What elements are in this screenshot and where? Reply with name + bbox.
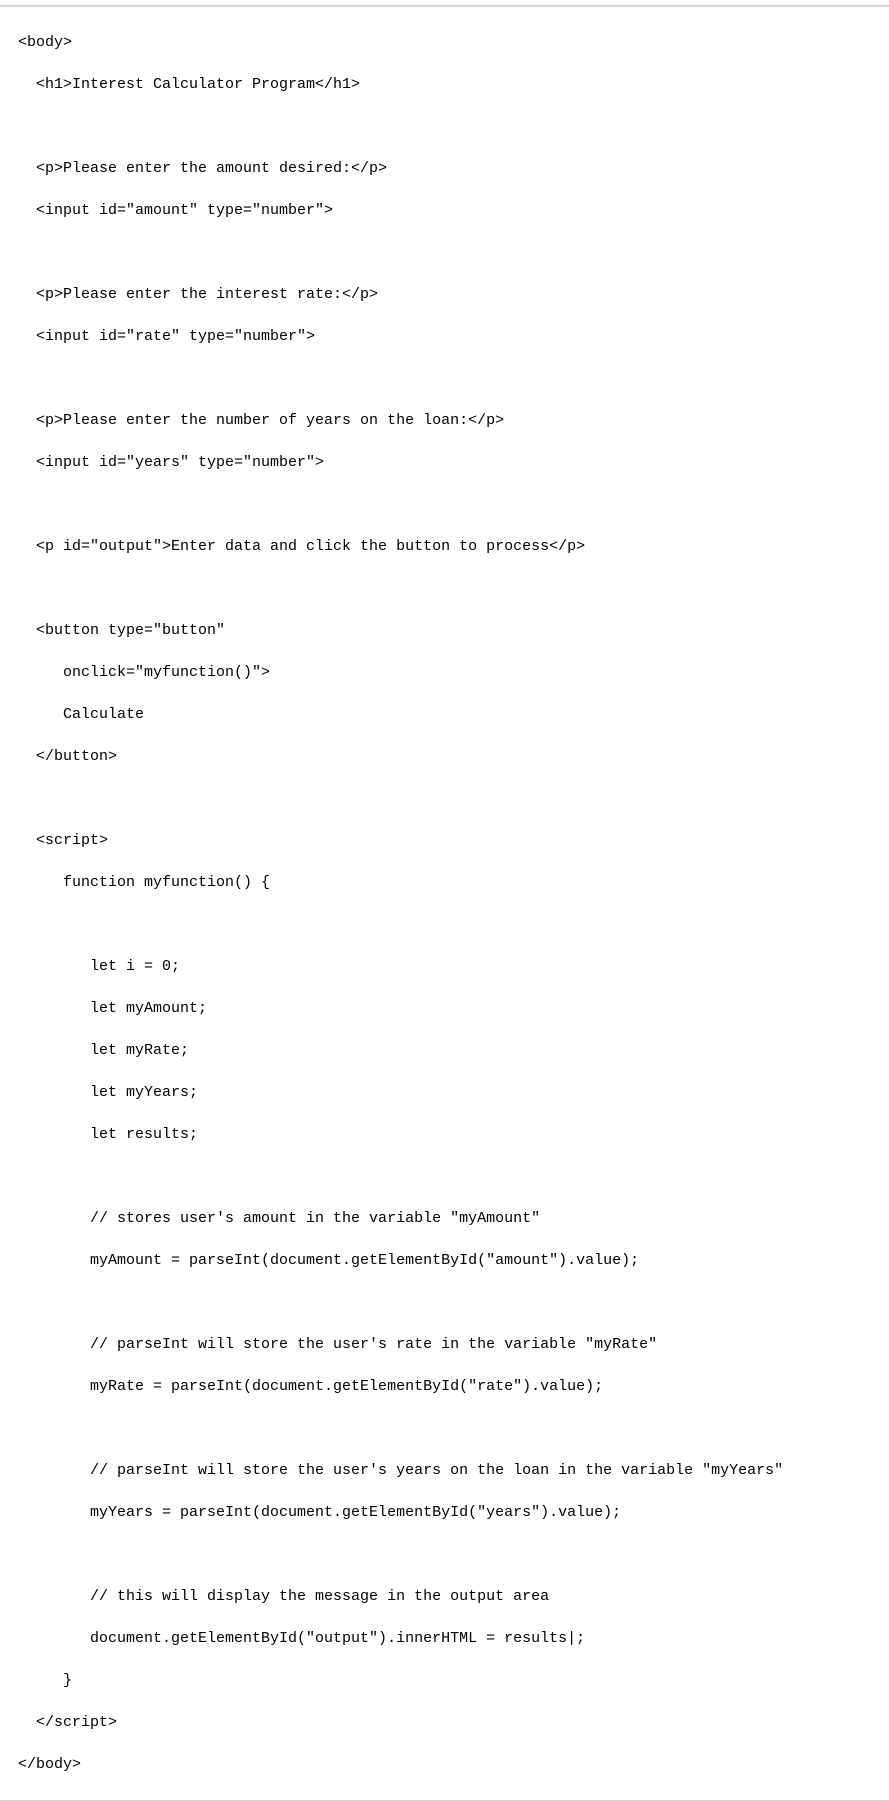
code-line: </body> xyxy=(0,1754,889,1775)
code-line: Calculate xyxy=(0,704,889,725)
code-line xyxy=(0,242,889,263)
code-line: document.getElementById("output").innerH… xyxy=(0,1628,889,1649)
code-line: } xyxy=(0,1670,889,1691)
code-line xyxy=(0,1544,889,1565)
code-line: let myRate; xyxy=(0,1040,889,1061)
code-line: <p id="output">Enter data and click the … xyxy=(0,536,889,557)
code-line xyxy=(0,116,889,137)
code-line: </button> xyxy=(0,746,889,767)
code-line xyxy=(0,788,889,809)
code-line: myRate = parseInt(document.getElementByI… xyxy=(0,1376,889,1397)
code-line: <input id="rate" type="number"> xyxy=(0,326,889,347)
text-editor[interactable]: <body> <h1>Interest Calculator Program</… xyxy=(0,6,889,1801)
code-line xyxy=(0,914,889,935)
code-line: // parseInt will store the user's rate i… xyxy=(0,1334,889,1355)
code-line: myAmount = parseInt(document.getElementB… xyxy=(0,1250,889,1271)
code-line: let myYears; xyxy=(0,1082,889,1103)
code-line: <body> xyxy=(0,32,889,53)
code-line: <p>Please enter the number of years on t… xyxy=(0,410,889,431)
code-line: <input id="amount" type="number"> xyxy=(0,200,889,221)
code-line: // parseInt will store the user's years … xyxy=(0,1460,889,1481)
code-line: <input id="years" type="number"> xyxy=(0,452,889,473)
code-line xyxy=(0,368,889,389)
code-line: function myfunction() { xyxy=(0,872,889,893)
code-line: <button type="button" xyxy=(0,620,889,641)
code-line xyxy=(0,578,889,599)
code-line: <p>Please enter the amount desired:</p> xyxy=(0,158,889,179)
code-line: </script> xyxy=(0,1712,889,1733)
code-line: <p>Please enter the interest rate:</p> xyxy=(0,284,889,305)
code-line: onclick="myfunction()"> xyxy=(0,662,889,683)
code-line: // stores user's amount in the variable … xyxy=(0,1208,889,1229)
code-line xyxy=(0,1166,889,1187)
code-line: let i = 0; xyxy=(0,956,889,977)
code-line: <h1>Interest Calculator Program</h1> xyxy=(0,74,889,95)
code-line: let myAmount; xyxy=(0,998,889,1019)
code-line: // this will display the message in the … xyxy=(0,1586,889,1607)
code-line xyxy=(0,494,889,515)
code-line: let results; xyxy=(0,1124,889,1145)
code-line: myYears = parseInt(document.getElementBy… xyxy=(0,1502,889,1523)
code-line xyxy=(0,1418,889,1439)
code-line xyxy=(0,1292,889,1313)
code-line: <script> xyxy=(0,830,889,851)
